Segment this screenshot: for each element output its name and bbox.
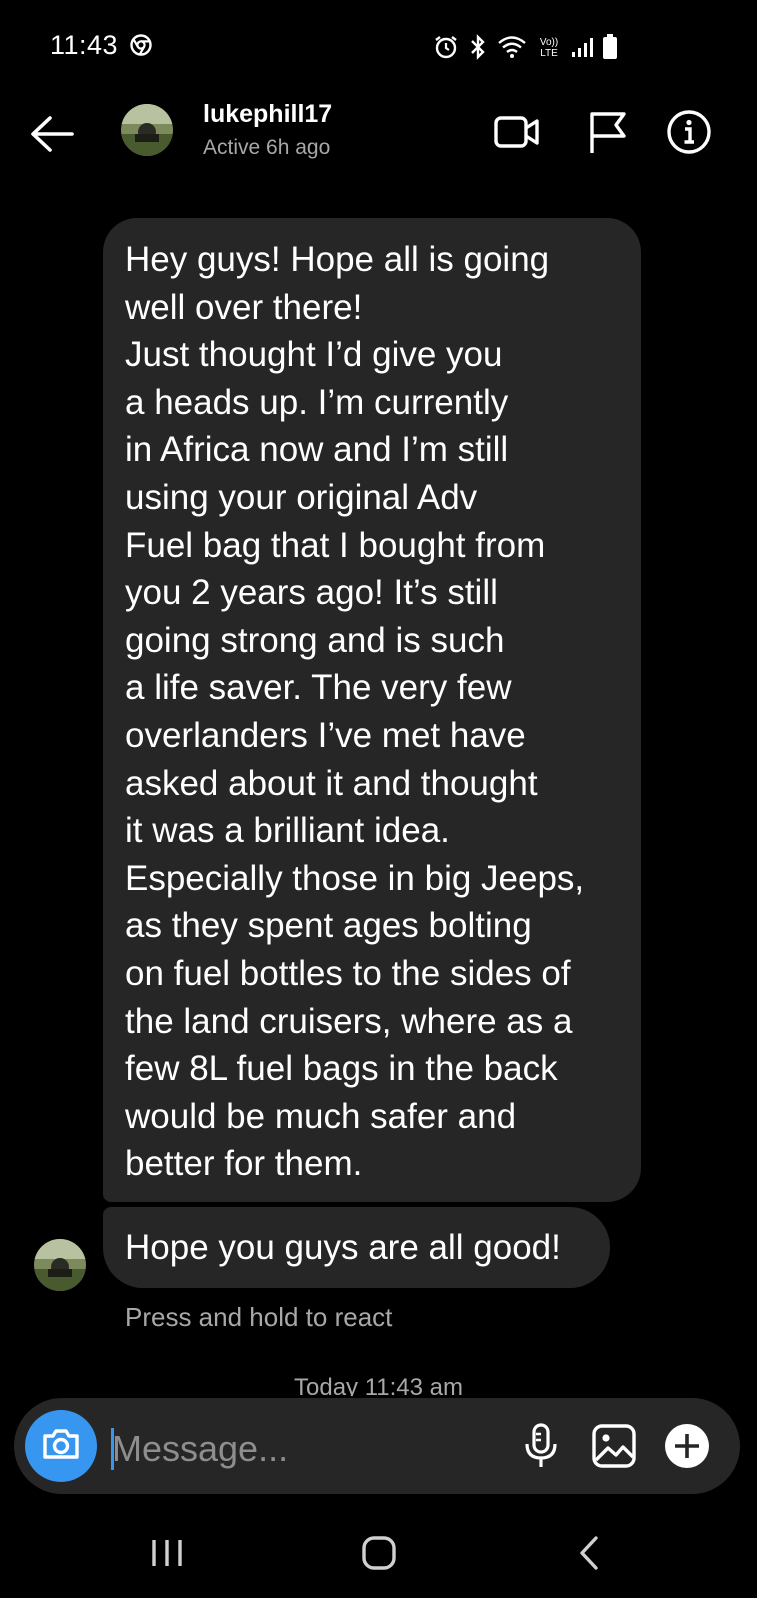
battery-icon: [603, 34, 617, 60]
svg-text:LTE: LTE: [540, 48, 558, 59]
message-input[interactable]: [112, 1425, 492, 1473]
alarm-icon: [433, 34, 459, 60]
gallery-icon[interactable]: [590, 1422, 638, 1470]
microphone-icon[interactable]: [517, 1422, 565, 1470]
status-icons: Vo)) LTE: [433, 34, 617, 60]
home-icon[interactable]: [354, 1530, 404, 1576]
wifi-icon: [497, 35, 527, 59]
react-hint: Press and hold to react: [125, 1302, 393, 1332]
camera-icon: [41, 1427, 81, 1466]
svg-text:Vo)): Vo)): [540, 37, 558, 48]
active-status: Active 6h ago: [203, 136, 331, 159]
video-call-icon[interactable]: [493, 108, 541, 156]
nav-back-icon[interactable]: [566, 1530, 616, 1576]
camera-button[interactable]: [25, 1410, 97, 1482]
bluetooth-icon: [469, 34, 487, 60]
timestamp: Today 11:43 am: [294, 1374, 463, 1396]
signal-icon: [571, 36, 593, 58]
avatar[interactable]: [121, 104, 173, 156]
flag-icon[interactable]: [586, 108, 634, 156]
back-arrow-icon[interactable]: [28, 112, 76, 156]
message-bubble[interactable]: Hey guys! Hope all is going well over th…: [103, 218, 641, 1202]
chrome-icon: [130, 34, 152, 56]
message-bubble[interactable]: Hope you guys are all good!: [103, 1207, 610, 1288]
sender-avatar[interactable]: [34, 1239, 86, 1291]
add-icon[interactable]: [663, 1422, 711, 1470]
contact-username[interactable]: lukephill17: [203, 100, 332, 129]
status-time: 11:43: [50, 30, 119, 60]
info-icon[interactable]: [665, 108, 713, 156]
recent-apps-icon[interactable]: [142, 1530, 192, 1576]
volte-icon: Vo)) LTE: [537, 35, 561, 59]
